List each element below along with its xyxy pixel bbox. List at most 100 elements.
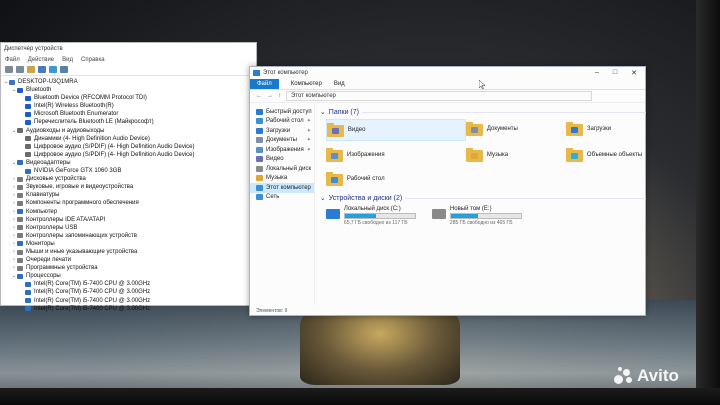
ribbon: Файл Компьютер Вид — [250, 79, 645, 90]
device-tree-node[interactable]: › Контроллеры USB — [3, 224, 256, 232]
nav-item[interactable]: Музыка — [250, 174, 314, 184]
address-field[interactable]: Этот компьютер — [286, 91, 592, 101]
menu-view[interactable]: Вид — [62, 57, 73, 63]
drives-group-header[interactable]: ⌄ Устройства и диски (2) — [320, 193, 666, 203]
nav-item[interactable]: Изображения ✦ — [250, 145, 314, 155]
ribbon-tab-computer[interactable]: Компьютер — [291, 81, 322, 87]
folders-group-header[interactable]: ⌄ Папки (7) — [320, 107, 666, 117]
device-icon — [17, 128, 23, 134]
device-tree-node[interactable]: Динамики (4- High Definition Audio Devic… — [3, 135, 256, 143]
device-tree-node[interactable]: NVIDIA GeForce GTX 1060 3GB — [3, 167, 256, 175]
device-tree-node[interactable]: ⌄ Аудиовходы и аудиовыходы — [3, 127, 256, 135]
folder-icon — [565, 122, 583, 136]
forward-icon[interactable]: → — [267, 93, 273, 99]
nav-item-icon — [256, 146, 263, 153]
device-icon — [9, 79, 15, 85]
scan-hardware-icon[interactable] — [60, 66, 68, 73]
folder-item[interactable]: Рабочий стол — [325, 169, 466, 189]
nav-item[interactable]: Документы ✦ — [250, 136, 314, 146]
device-tree-node[interactable]: › Компьютер — [3, 208, 256, 216]
ribbon-tab-file[interactable]: Файл — [250, 79, 279, 89]
nav-item-icon — [256, 156, 263, 163]
ribbon-tab-view[interactable]: Вид — [334, 81, 345, 87]
nav-item[interactable]: Загрузки ✦ — [250, 126, 314, 136]
device-icon — [17, 184, 23, 190]
folder-item[interactable]: Видео — [325, 119, 466, 141]
drive-item[interactable]: Новый том (E:) 285 ГБ свободно из 465 ГБ — [431, 206, 522, 230]
device-icon — [25, 298, 31, 304]
device-tree-node[interactable]: › Клавиатуры — [3, 191, 256, 199]
properties-icon[interactable] — [27, 66, 35, 73]
device-tree-node[interactable]: › Контроллеры запоминающих устройств — [3, 232, 256, 240]
device-tree-label: Контроллеры запоминающих устройств — [26, 232, 137, 239]
menu-action[interactable]: Действие — [28, 57, 54, 63]
avito-logo-icon — [614, 367, 634, 385]
nav-item[interactable]: Сеть — [250, 193, 314, 203]
device-tree-node[interactable]: Intel(R) Core(TM) i5-7400 CPU @ 3.00GHz — [3, 280, 256, 288]
device-tree-label: Bluetooth — [26, 87, 52, 94]
device-icon — [25, 136, 31, 142]
device-tree-node[interactable]: Bluetooth Device (RFCOMM Protocol TDI) — [3, 94, 256, 102]
nav-item[interactable]: Этот компьютер — [250, 183, 314, 193]
drive-item[interactable]: Локальный диск (C:) 65,7 ГБ свободно из 1… — [325, 206, 416, 230]
folder-item[interactable]: Музыка — [465, 145, 566, 165]
mouse-cursor-icon — [479, 80, 485, 89]
device-tree-node[interactable]: › Звуковые, игровые и видеоустройства — [3, 183, 256, 191]
device-tree-node[interactable]: Цифровое аудио (S/PDIF) (4- High Definit… — [3, 151, 256, 159]
device-tree-label: Перечислитель Bluetooth LE (Майкрософт) — [34, 119, 154, 126]
device-manager-toolbar — [1, 64, 256, 76]
maximize-icon[interactable]: □ — [613, 69, 617, 77]
device-tree-node[interactable]: › Программные устройства — [3, 264, 256, 272]
device-tree-node[interactable]: Intel(R) Core(TM) i5-7400 CPU @ 3.00GHz — [3, 297, 256, 305]
menu-file[interactable]: Файл — [5, 57, 20, 63]
device-tree-node[interactable]: ⌄ DESKTOP-U3Q1MRA — [3, 78, 256, 86]
pin-icon[interactable]: ✦ — [307, 118, 311, 124]
nav-item[interactable]: Быстрый доступ — [250, 107, 314, 117]
device-tree-label: Bluetooth Device (RFCOMM Protocol TDI) — [34, 95, 147, 102]
device-tree-node[interactable]: Цифровое аудио (S/PDIF) (4- High Definit… — [3, 143, 256, 151]
folder-item[interactable]: Изображения — [325, 145, 466, 165]
device-icon — [25, 120, 31, 126]
device-tree-node[interactable]: › Очереди печати — [3, 256, 256, 264]
nav-item[interactable]: Видео — [250, 155, 314, 165]
up-icon[interactable]: ↑ — [278, 93, 281, 99]
forward-arrow-icon[interactable] — [16, 66, 24, 73]
device-icon — [17, 241, 23, 247]
folder-item[interactable]: Загрузки — [565, 119, 666, 139]
close-icon[interactable]: ✕ — [631, 69, 637, 77]
pin-icon[interactable]: ✦ — [307, 147, 311, 153]
device-tree-node[interactable]: Microsoft Bluetooth Enumerator — [3, 110, 256, 118]
device-tree-node[interactable]: › Мониторы — [3, 240, 256, 248]
device-icon — [17, 87, 23, 93]
driver-icon[interactable] — [38, 66, 46, 73]
minimize-icon[interactable]: – — [595, 69, 599, 77]
back-arrow-icon[interactable] — [5, 66, 13, 73]
device-tree-node[interactable]: › Компоненты программного обеспечения — [3, 199, 256, 207]
folder-item[interactable]: Документы — [465, 119, 566, 139]
device-tree-node[interactable]: ⌄ Bluetooth — [3, 86, 256, 94]
device-icon — [17, 249, 23, 255]
device-tree-node[interactable]: › Контроллеры IDE ATA/ATAPI — [3, 216, 256, 224]
device-tree-node[interactable]: Intel(R) Wireless Bluetooth(R) — [3, 102, 256, 110]
nav-item-label: Видео — [266, 156, 284, 163]
device-tree-node[interactable]: Intel(R) Core(TM) i5-7400 CPU @ 3.00GHz — [3, 305, 256, 313]
back-icon[interactable]: ← — [256, 93, 262, 99]
device-icon — [25, 289, 31, 295]
device-tree-node[interactable]: › Дисковые устройства — [3, 175, 256, 183]
device-tree-node[interactable]: ⌄ Процессоры — [3, 272, 256, 280]
device-icon — [17, 200, 23, 206]
device-tree-node[interactable]: ⌄ Видеоадаптеры — [3, 159, 256, 167]
folder-icon — [565, 148, 583, 162]
pin-icon[interactable]: ✦ — [307, 128, 311, 134]
nav-item[interactable]: Рабочий стол ✦ — [250, 117, 314, 127]
drive-icon — [431, 209, 446, 219]
folder-icon — [465, 122, 483, 136]
help-icon[interactable] — [49, 66, 57, 73]
device-tree-node[interactable]: Перечислитель Bluetooth LE (Майкрософт) — [3, 118, 256, 126]
folder-item[interactable]: Объемные объекты — [565, 145, 666, 165]
device-tree-node[interactable]: › Мыши и иные указывающие устройства — [3, 248, 256, 256]
nav-item[interactable]: Локальный диск — [250, 164, 314, 174]
device-tree-node[interactable]: Intel(R) Core(TM) i5-7400 CPU @ 3.00GHz — [3, 288, 256, 296]
pin-icon[interactable]: ✦ — [307, 137, 311, 143]
menu-help[interactable]: Справка — [81, 57, 105, 63]
